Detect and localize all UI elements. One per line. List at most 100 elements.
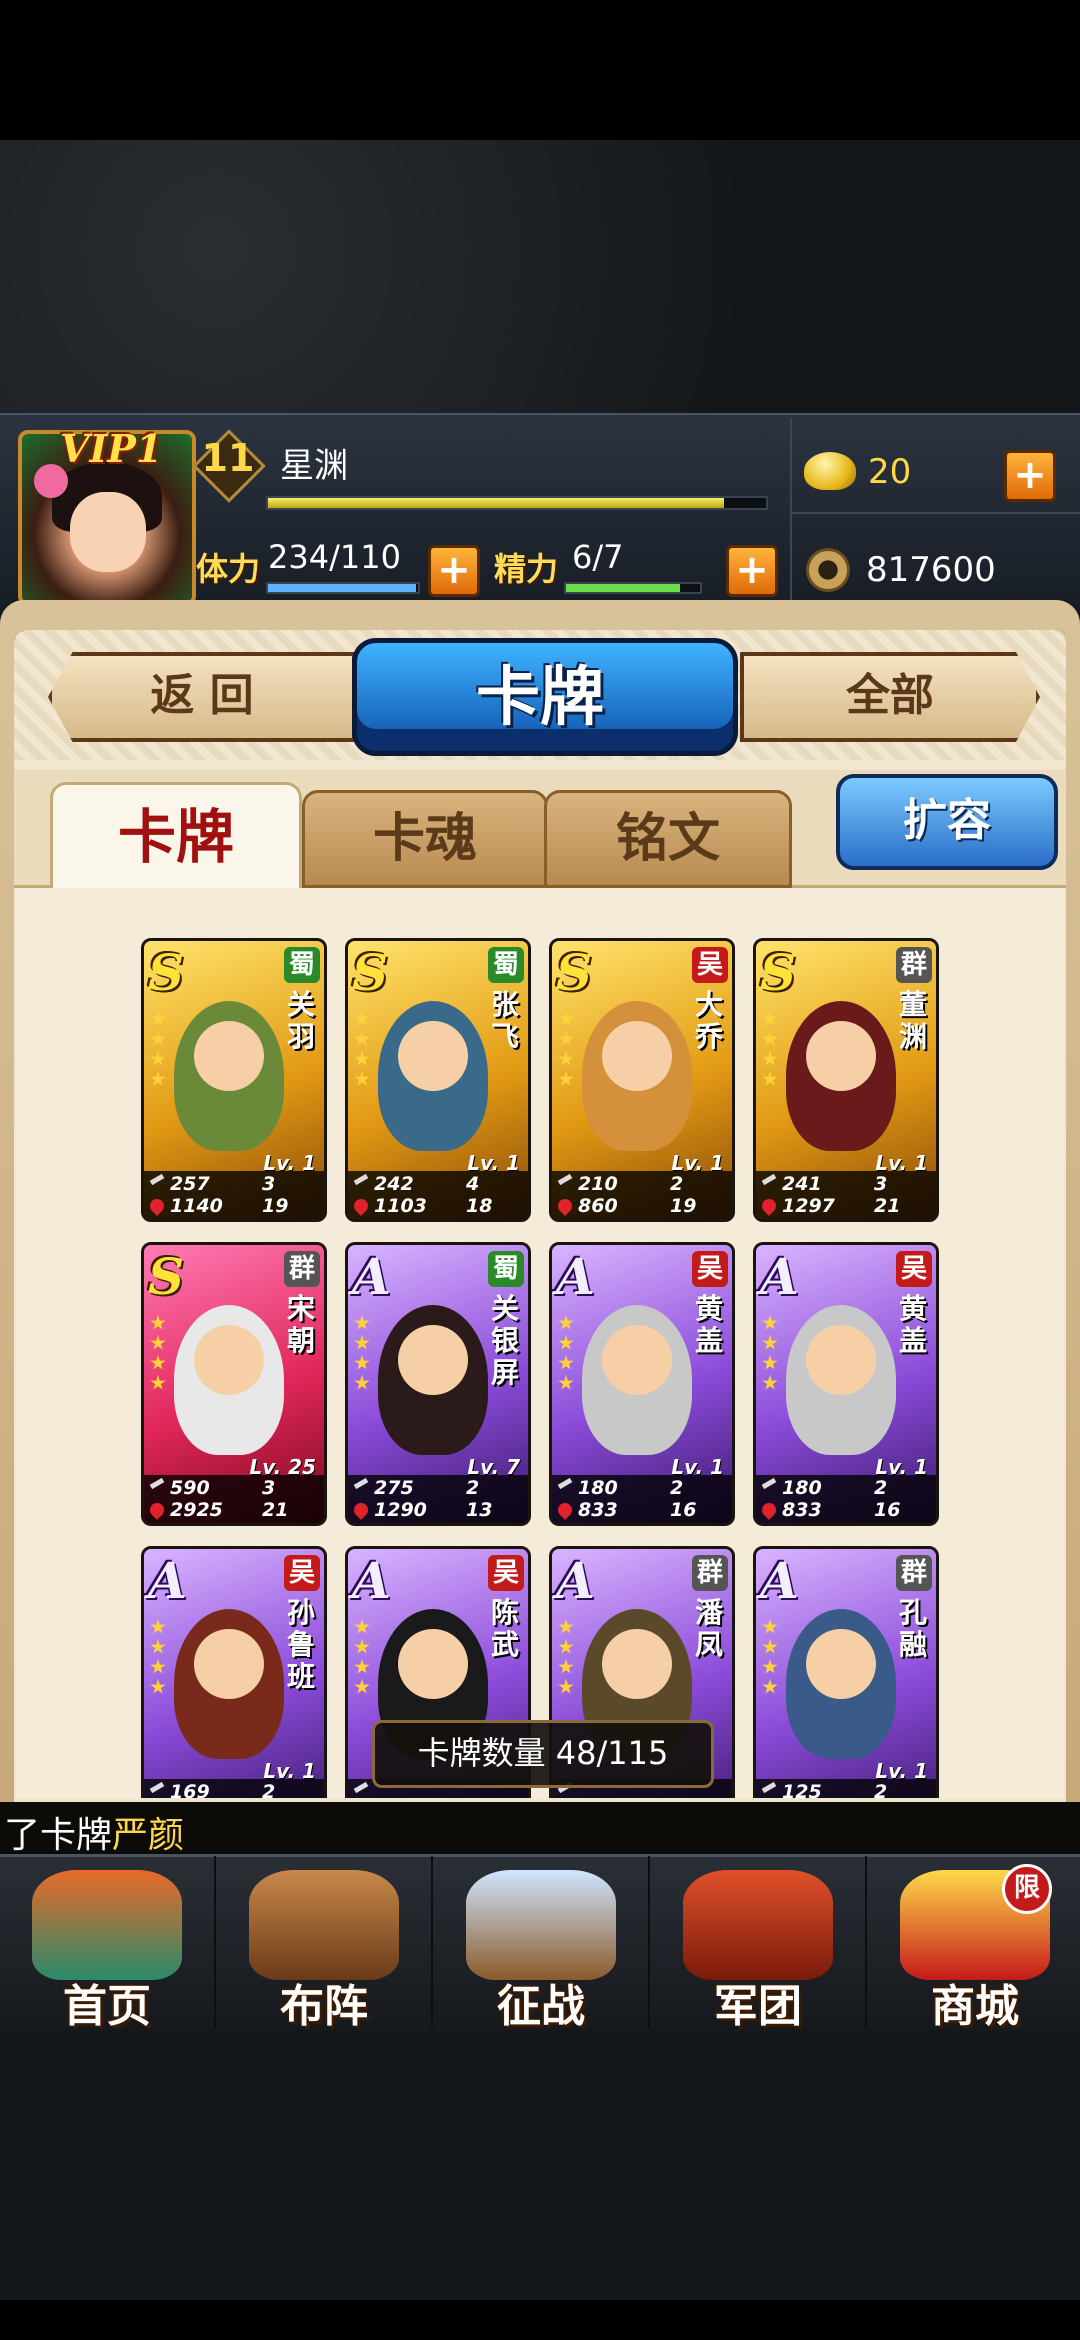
filter-all-button[interactable]: 全部 xyxy=(740,652,1040,742)
star-icon xyxy=(558,1031,574,1046)
attack-icon xyxy=(761,1781,777,1794)
card-rank: A xyxy=(352,1551,391,1610)
star-rating xyxy=(354,1315,370,1395)
faction-badge: 群 xyxy=(896,1555,932,1591)
star-icon xyxy=(762,1679,778,1694)
tab-cards[interactable]: 卡牌 xyxy=(50,782,302,891)
hero-head xyxy=(398,1021,468,1091)
battle-icon xyxy=(466,1870,616,1980)
nav-formation[interactable]: 布阵 xyxy=(217,1856,433,2032)
cost-value: 3 xyxy=(874,1173,888,1195)
star-icon xyxy=(558,1679,574,1694)
spirit-label: 精力 xyxy=(494,550,559,588)
star-icon xyxy=(354,1051,370,1066)
star-icon xyxy=(150,1679,166,1694)
hero-name: 宋朝 xyxy=(286,1292,315,1357)
hero-name: 关银屏 xyxy=(490,1292,519,1389)
star-icon xyxy=(150,1639,166,1654)
star-icon xyxy=(354,1315,370,1330)
hero-card[interactable]: S 吴大乔 Lv. 1 210 2 860 19 xyxy=(549,938,735,1222)
health-icon xyxy=(555,1196,575,1216)
card-rank: A xyxy=(556,1551,595,1610)
background-top xyxy=(0,140,1080,415)
status-bar-area xyxy=(0,0,1080,140)
hero-card[interactable]: S 群董渊 Lv. 1 241 3 1297 21 xyxy=(753,938,939,1222)
attack-value: 180 xyxy=(782,1477,822,1499)
legion-icon xyxy=(683,1870,833,1980)
attack-value: 257 xyxy=(170,1173,210,1195)
tab-card-souls[interactable]: 卡魂 xyxy=(302,790,548,888)
hero-card[interactable]: A 吴黄盖 Lv. 1 180 2 833 16 xyxy=(549,1242,735,1526)
attack-icon xyxy=(149,1173,165,1186)
star-icon xyxy=(558,1315,574,1330)
expand-button[interactable]: 扩容 xyxy=(836,774,1058,870)
health-value: 833 xyxy=(578,1499,618,1521)
card-count: 卡牌数量 48/115 xyxy=(372,1720,714,1788)
card-rank: A xyxy=(760,1551,799,1610)
health-icon xyxy=(759,1196,779,1216)
star-icon xyxy=(558,1071,574,1086)
hero-card[interactable]: S 群宋朝 Lv. 25 590 3 2925 21 xyxy=(141,1242,327,1526)
star-icon xyxy=(150,1315,166,1330)
ticker-text: 了卡牌严颜 xyxy=(4,1806,184,1858)
hero-name: 孙鲁班 xyxy=(286,1596,315,1693)
hero-card[interactable]: A 吴黄盖 Lv. 1 180 2 833 16 xyxy=(753,1242,939,1526)
hero-name: 关羽 xyxy=(286,988,315,1053)
star-icon xyxy=(150,1031,166,1046)
star-icon xyxy=(354,1639,370,1654)
tab-runes[interactable]: 铭文 xyxy=(544,790,792,888)
health-value: 2925 xyxy=(170,1499,223,1521)
gold-amount: 20 xyxy=(868,452,912,492)
attack-icon xyxy=(557,1477,573,1490)
faction-badge: 群 xyxy=(692,1555,728,1591)
star-icon xyxy=(558,1639,574,1654)
hero-name: 大乔 xyxy=(694,988,723,1053)
star-icon xyxy=(762,1355,778,1370)
star-icon xyxy=(354,1335,370,1350)
hero-head xyxy=(602,1021,672,1091)
card-stats: 180 2 833 16 xyxy=(756,1475,936,1523)
attack-icon xyxy=(353,1781,369,1794)
nav-label: 商城 xyxy=(931,1981,1019,2032)
hero-card[interactable]: S 蜀张飞 Lv. 1 242 4 1103 18 xyxy=(345,938,531,1222)
health-icon xyxy=(759,1500,779,1520)
nav-legion[interactable]: 军团 xyxy=(651,1856,867,2032)
hero-portrait xyxy=(174,1609,284,1759)
hero-card[interactable]: A 吴孙鲁班 Lv. 1 169 2 xyxy=(141,1546,327,1798)
wait-value: 16 xyxy=(874,1499,901,1521)
card-stats: 241 3 1297 21 xyxy=(756,1171,936,1219)
card-rank: A xyxy=(148,1551,187,1610)
home-icon xyxy=(32,1870,182,1980)
add-stamina-button[interactable]: + xyxy=(428,545,480,597)
star-icon xyxy=(150,1071,166,1086)
hero-card[interactable]: A 蜀关银屏 Lv. 7 275 2 1290 13 xyxy=(345,1242,531,1526)
add-gold-button[interactable]: + xyxy=(1004,450,1056,502)
star-rating xyxy=(150,1619,166,1699)
add-spirit-button[interactable]: + xyxy=(726,545,778,597)
hero-head xyxy=(194,1629,264,1699)
exp-bar-fill xyxy=(268,498,724,508)
star-icon xyxy=(150,1335,166,1350)
card-stats: 242 4 1103 18 xyxy=(348,1171,528,1219)
stamina-label: 体力 xyxy=(196,550,261,588)
cost-value: 2 xyxy=(874,1781,888,1798)
hero-card[interactable]: S 蜀关羽 Lv. 1 257 3 1140 19 xyxy=(141,938,327,1222)
cost-value: 3 xyxy=(262,1477,276,1499)
nav-battle[interactable]: 征战 xyxy=(434,1856,650,2032)
attack-value: 169 xyxy=(170,1781,210,1798)
card-grid: S 蜀关羽 Lv. 1 257 3 1140 19 S 蜀张飞 Lv. 1 242 4 1103 18 S 吴… xyxy=(16,888,1064,1798)
card-stats: 169 2 xyxy=(144,1779,324,1798)
card-stats: 210 2 860 19 xyxy=(552,1171,732,1219)
health-value: 833 xyxy=(782,1499,822,1521)
hero-portrait xyxy=(174,1001,284,1151)
cost-value: 2 xyxy=(874,1477,888,1499)
star-icon xyxy=(762,1031,778,1046)
faction-badge: 群 xyxy=(896,947,932,983)
star-rating xyxy=(558,1315,574,1395)
cost-value: 3 xyxy=(262,1173,276,1195)
hero-card[interactable]: A 群孔融 Lv. 1 125 2 xyxy=(753,1546,939,1798)
attack-icon xyxy=(557,1173,573,1186)
ticker-highlight: 严颜 xyxy=(112,1815,185,1856)
nav-home[interactable]: 首页 xyxy=(0,1856,216,2032)
back-button[interactable]: 返 回 xyxy=(48,652,356,742)
